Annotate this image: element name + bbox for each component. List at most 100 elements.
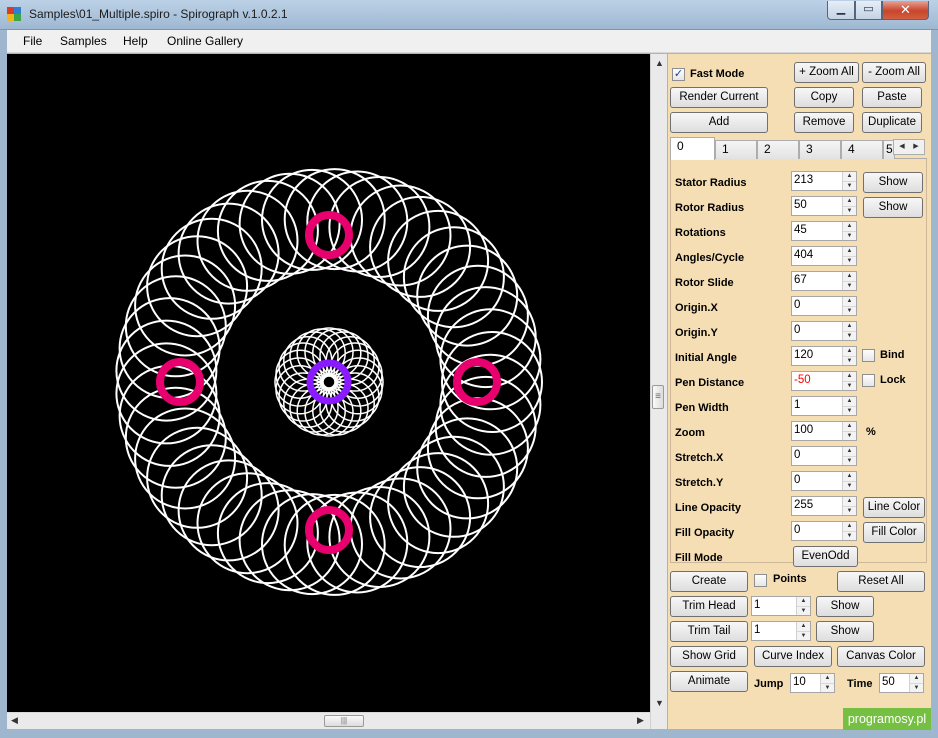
curve-loop [160,444,263,547]
animate-button[interactable]: Animate [670,671,748,692]
tab-1[interactable]: 1 [715,140,757,159]
curve-index-button[interactable]: Curve Index [754,646,832,667]
curve-loop [160,217,263,320]
scroll-down-arrow-icon[interactable]: ▼ [655,698,664,708]
curve-loop [387,209,490,312]
bind-checkbox[interactable] [862,349,875,362]
copy-button[interactable]: Copy [794,87,854,108]
stator-radius-label: Stator Radius [675,177,747,189]
create-button[interactable]: Create [670,571,748,592]
rotations-input[interactable]: 45 ▲ ▼ [791,221,857,241]
programosy-badge[interactable]: programosy.pl [843,708,931,730]
trim-tail-input[interactable]: 1 ▲ ▼ [751,621,811,641]
pen-distance-label: Pen Distance [675,377,745,389]
points-label: Points [773,573,807,585]
window-title: Samples\01_Multiple.spiro - Spirograph v… [29,7,288,21]
tab-scroll-arrows[interactable]: ◀ ▶ [893,139,925,155]
curve-loop [118,297,221,400]
add-button[interactable]: Add [670,112,768,133]
trim-tail-button[interactable]: Trim Tail [670,621,748,642]
jump-label: Jump [754,678,784,690]
curve-loop [387,452,490,555]
points-checkbox[interactable] [754,574,767,587]
lock-label: Lock [880,374,906,386]
scroll-right-arrow-icon[interactable]: ▶ [637,715,644,726]
pen-distance-input[interactable]: -50 ▲ ▼ [791,371,857,391]
trim-head-input[interactable]: 1 ▲ ▼ [751,596,811,616]
settings-panel: ✓ Fast Mode + Zoom All - Zoom All Render… [668,54,931,729]
zoom-input[interactable]: 100 ▲ ▼ [791,421,857,441]
paste-button[interactable]: Paste [862,87,922,108]
duplicate-button[interactable]: Duplicate [862,112,922,133]
scroll-left-arrow-icon[interactable]: ◀ [11,715,18,726]
trim-tail-show-button[interactable]: Show [816,621,874,642]
fast-mode-label: Fast Mode [690,68,745,80]
pen-width-label: Pen Width [675,402,729,414]
lock-checkbox[interactable] [862,374,875,387]
trim-head-show-button[interactable]: Show [816,596,874,617]
time-label: Time [847,678,873,690]
zoom-all-minus-button[interactable]: - Zoom All [862,62,926,83]
line-opacity-input[interactable]: 255 ▲ ▼ [791,496,857,516]
tab-scroll-right-icon[interactable]: ▶ [909,140,923,154]
close-button[interactable]: ✕ [882,1,929,20]
center-marker [306,359,352,405]
spirograph-canvas[interactable] [7,54,650,729]
angles-cycle-input[interactable]: 404 ▲ ▼ [791,246,857,266]
fill-opacity-input[interactable]: 0 ▲ ▼ [791,521,857,541]
inner-spirograph-curve [274,327,384,437]
line-color-button[interactable]: Line Color [863,497,925,518]
remove-button[interactable]: Remove [794,112,854,133]
stretch-y-input[interactable]: 0 ▲ ▼ [791,471,857,491]
title-bar: Samples\01_Multiple.spiro - Spirograph v… [0,0,938,30]
spirograph-drawing [115,168,543,596]
reset-all-button[interactable]: Reset All [837,571,925,592]
tab-4[interactable]: 4 [841,140,883,159]
tab-2[interactable]: 2 [757,140,799,159]
fast-mode-checkbox[interactable]: ✓ [672,68,685,81]
rotor-slide-input[interactable]: 67 ▲ ▼ [791,271,857,291]
splitter-grip[interactable]: ≡ [652,385,664,409]
rotor-radius-input[interactable]: 50 ▲ ▼ [791,196,857,216]
bind-label: Bind [880,349,905,361]
stretch-y-label: Stretch.Y [675,477,724,489]
horizontal-scrollbar[interactable]: ◀ ||| ▶ [7,712,650,729]
angles-cycle-label: Angles/Cycle [675,252,745,264]
origin-y-input[interactable]: 0 ▲ ▼ [791,321,857,341]
time-input[interactable]: 50 ▲ ▼ [879,673,924,693]
menu-samples[interactable]: Samples [60,34,107,48]
jump-input[interactable]: 10 ▲ ▼ [790,673,835,693]
curve-tabs: 0 1 2 3 4 5 ◀ ▶ [670,137,927,160]
menu-help[interactable]: Help [123,34,148,48]
maximize-button[interactable]: ▭ [855,1,882,20]
menu-file[interactable]: File [23,34,42,48]
rotor-radius-label: Rotor Radius [675,202,745,214]
curve-loop [434,286,537,389]
stretch-x-input[interactable]: 0 ▲ ▼ [791,446,857,466]
curve-loop [177,459,280,562]
initial-angle-input[interactable]: 120 ▲ ▼ [791,346,857,366]
initial-angle-label: Initial Angle [675,352,737,364]
pen-width-input[interactable]: 1 ▲ ▼ [791,396,857,416]
tab-0[interactable]: 0 [670,137,715,160]
fill-mode-button[interactable]: EvenOdd [793,546,858,567]
tab-scroll-left-icon[interactable]: ◀ [895,140,909,154]
tab-3[interactable]: 3 [799,140,841,159]
fill-opacity-label: Fill Opacity [675,527,735,539]
show-rotor-button[interactable]: Show [863,197,923,218]
outer-spirograph-curve [115,168,543,596]
menu-online-gallery[interactable]: Online Gallery [167,34,243,48]
minimize-button[interactable]: ▁ [827,1,855,20]
stator-radius-input[interactable]: 213 ▲ ▼ [791,171,857,191]
show-stator-button[interactable]: Show [863,172,923,193]
scroll-up-arrow-icon[interactable]: ▲ [655,58,664,68]
trim-head-button[interactable]: Trim Head [670,596,748,617]
curve-loop [402,435,505,538]
show-grid-button[interactable]: Show Grid [670,646,748,667]
fill-color-button[interactable]: Fill Color [863,522,925,543]
canvas-color-button[interactable]: Canvas Color [837,646,925,667]
zoom-all-plus-button[interactable]: + Zoom All [794,62,859,83]
origin-x-input[interactable]: 0 ▲ ▼ [791,296,857,316]
horizontal-scroll-thumb[interactable]: ||| [324,715,364,727]
render-current-button[interactable]: Render Current [670,87,768,108]
